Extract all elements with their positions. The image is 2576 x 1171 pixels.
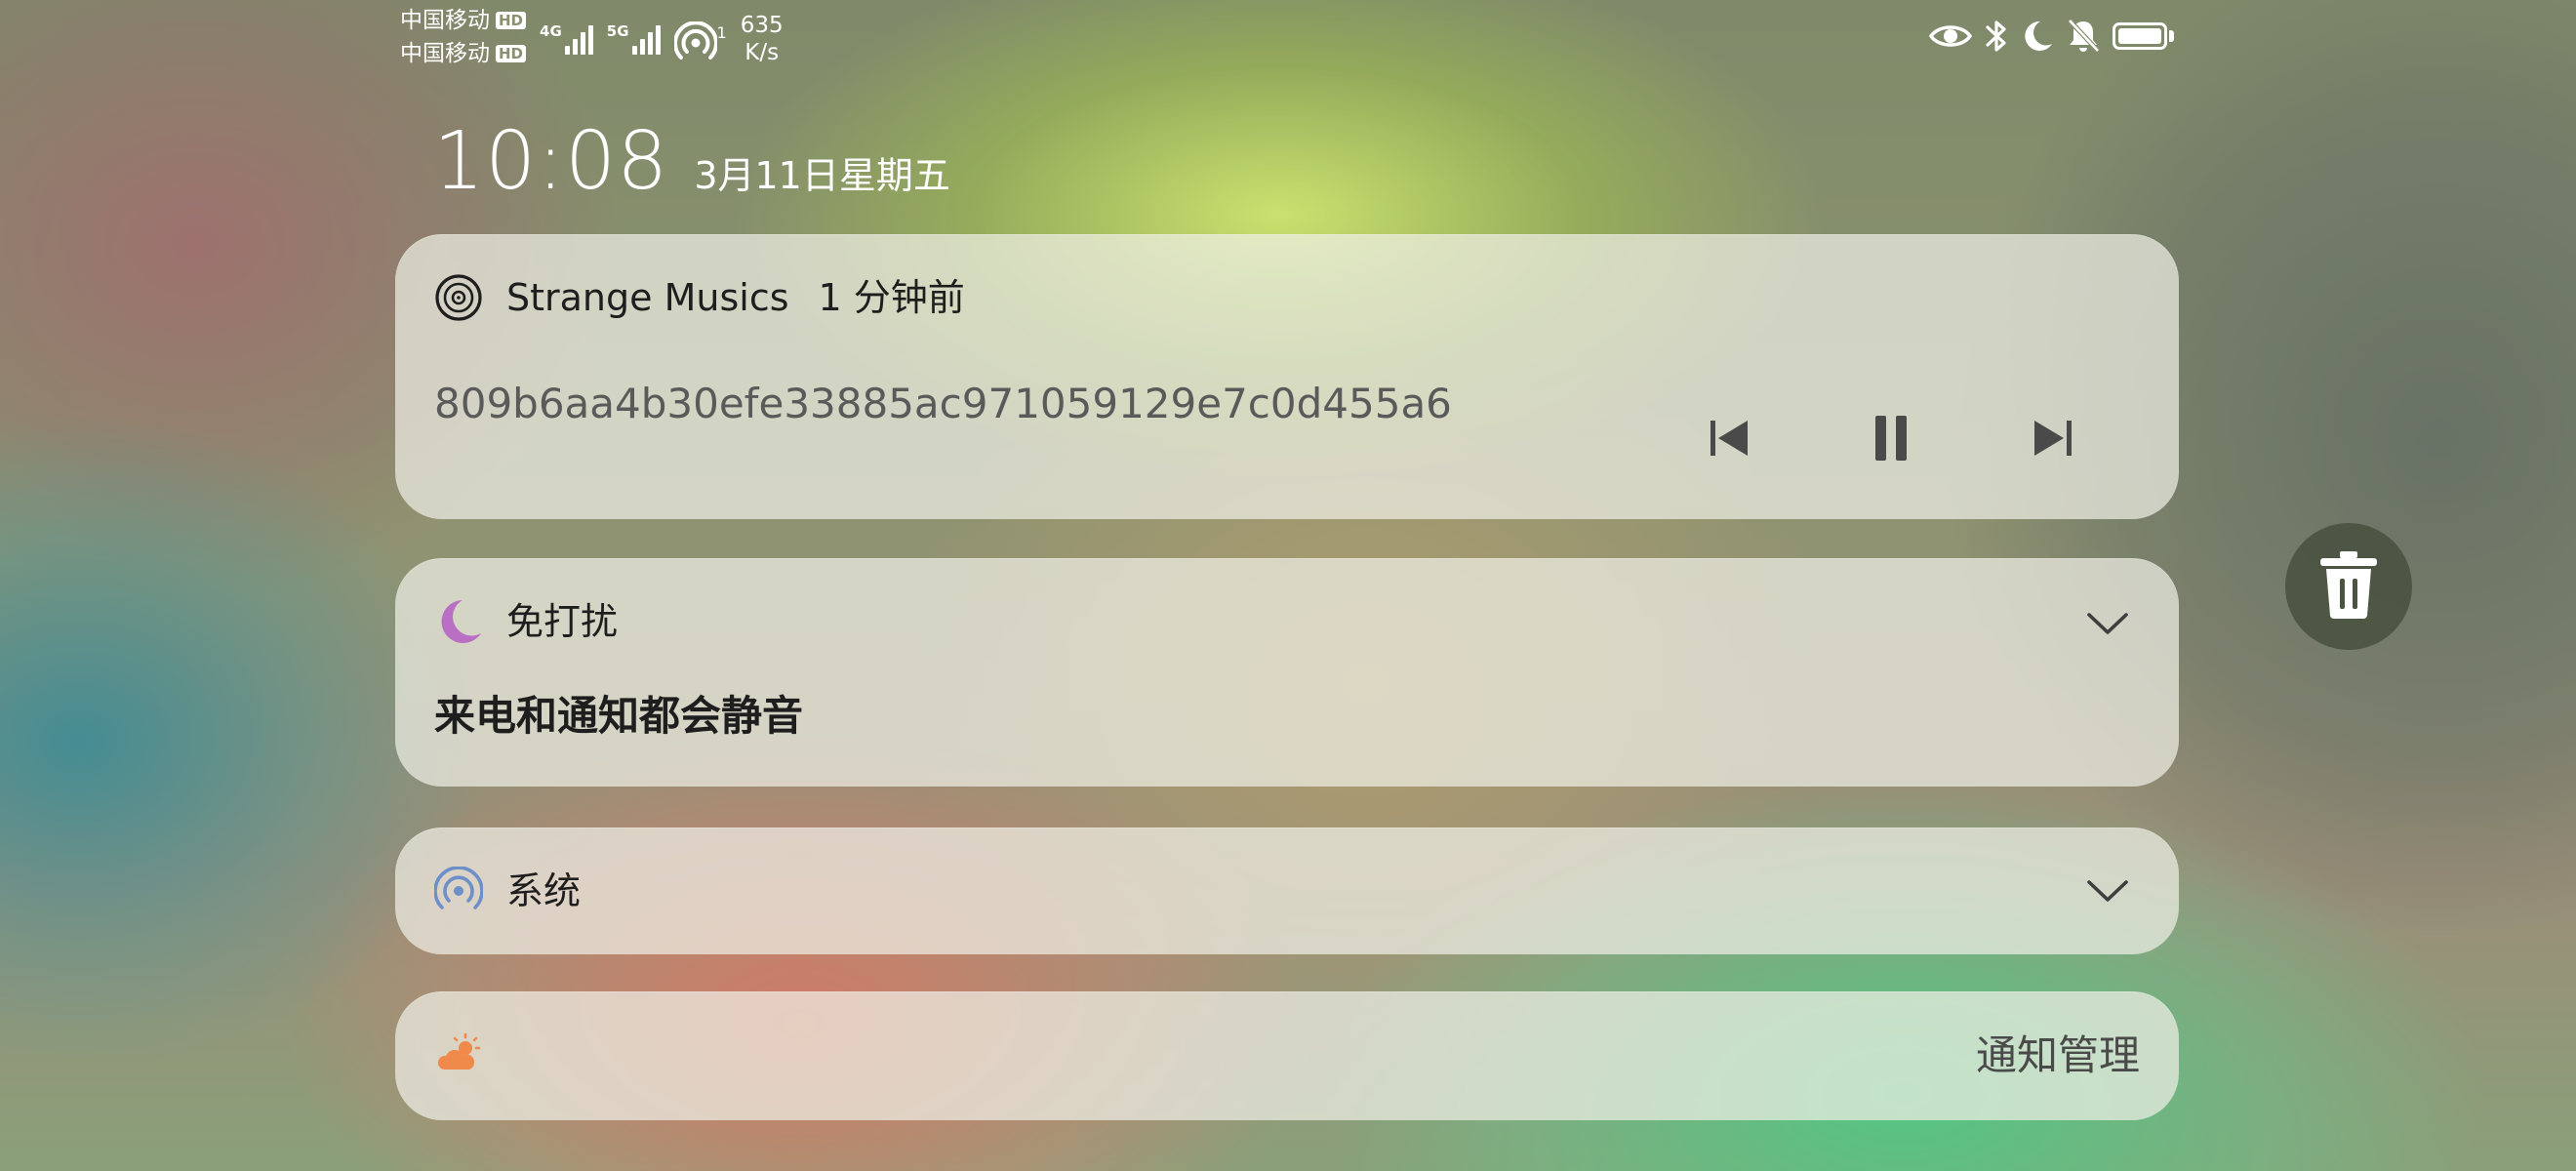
app-name: Strange Musics bbox=[506, 276, 789, 319]
notification-manage-bar: 通知管理 bbox=[395, 991, 2179, 1120]
signal-bars-icon bbox=[631, 20, 661, 55]
trash-icon bbox=[2316, 549, 2381, 624]
hotspot-icon bbox=[672, 20, 718, 68]
signal-sim1: 4G bbox=[540, 20, 593, 55]
carrier-sim1: 中国移动 HD bbox=[400, 6, 527, 35]
eye-icon bbox=[1929, 21, 1972, 51]
signal-sim2: 5G bbox=[607, 20, 661, 55]
playback-controls bbox=[1703, 412, 2079, 464]
expand-chevron-icon[interactable] bbox=[2083, 599, 2132, 648]
status-bar-left: 中国移动 HD 中国移动 HD 4G 5G 1 635 K/s bbox=[400, 6, 784, 68]
bluetooth-icon bbox=[1984, 18, 2009, 55]
vinyl-record-icon bbox=[434, 273, 483, 322]
battery-icon bbox=[2113, 22, 2174, 50]
notification-header: 免打扰 bbox=[434, 597, 618, 646]
clear-all-button[interactable] bbox=[2285, 523, 2412, 650]
weather-cloud-sun-icon bbox=[434, 1030, 483, 1079]
notification-header: Strange Musics 1 分钟前 bbox=[434, 273, 965, 322]
next-track-button[interactable] bbox=[2027, 412, 2079, 464]
carrier-sim2: 中国移动 HD bbox=[400, 39, 527, 68]
carrier-name: 中国移动 bbox=[400, 41, 490, 66]
network-speed: 635 K/s bbox=[741, 12, 784, 66]
manage-notifications-link[interactable]: 通知管理 bbox=[1976, 1030, 2140, 1081]
network-type-label: 4G bbox=[540, 22, 562, 40]
clock-time: 10:08 bbox=[433, 115, 669, 208]
signal-bars-icon bbox=[564, 20, 593, 55]
moon-icon bbox=[434, 597, 483, 646]
expand-chevron-icon[interactable] bbox=[2083, 867, 2132, 915]
clock-date: 3月11日星期五 bbox=[694, 154, 950, 197]
dnd-notification-card[interactable]: 免打扰 来电和通知都会静音 bbox=[395, 558, 2179, 787]
hotspot-count: 1 bbox=[716, 23, 727, 42]
hotspot-indicator: 1 bbox=[672, 20, 727, 68]
moon-icon bbox=[2021, 19, 2054, 54]
pause-button[interactable] bbox=[1865, 412, 1917, 464]
notification-title: 系统 bbox=[506, 869, 582, 912]
music-notification-card[interactable]: Strange Musics 1 分钟前 809b6aa4b30efe33885… bbox=[395, 234, 2179, 519]
notification-body: 来电和通知都会静音 bbox=[434, 692, 804, 740]
hd-badge: HD bbox=[496, 12, 527, 29]
track-title: 809b6aa4b30efe33885ac971059129e7c0d455a6 bbox=[434, 380, 1452, 427]
carrier-list: 中国移动 HD 中国移动 HD bbox=[400, 6, 527, 68]
notification-title: 免打扰 bbox=[506, 600, 619, 643]
system-notification-card[interactable]: 系统 bbox=[395, 828, 2179, 954]
hd-badge: HD bbox=[496, 45, 527, 62]
speed-value: 635 bbox=[740, 13, 784, 38]
carrier-name: 中国移动 bbox=[400, 8, 490, 33]
lockscreen-clock: 10:08 3月11日星期五 bbox=[433, 115, 950, 209]
manage-header bbox=[434, 1030, 483, 1079]
status-bar-right bbox=[1929, 18, 2174, 55]
notification-time: 1 分钟前 bbox=[818, 276, 965, 319]
speed-unit: K/s bbox=[745, 40, 780, 65]
hotspot-icon bbox=[434, 867, 483, 915]
previous-track-button[interactable] bbox=[1703, 412, 1755, 464]
bell-off-icon bbox=[2066, 18, 2101, 55]
network-type-label: 5G bbox=[606, 22, 629, 40]
notification-header: 系统 bbox=[434, 867, 581, 915]
status-bar: 中国移动 HD 中国移动 HD 4G 5G 1 635 K/s bbox=[0, 0, 2576, 78]
